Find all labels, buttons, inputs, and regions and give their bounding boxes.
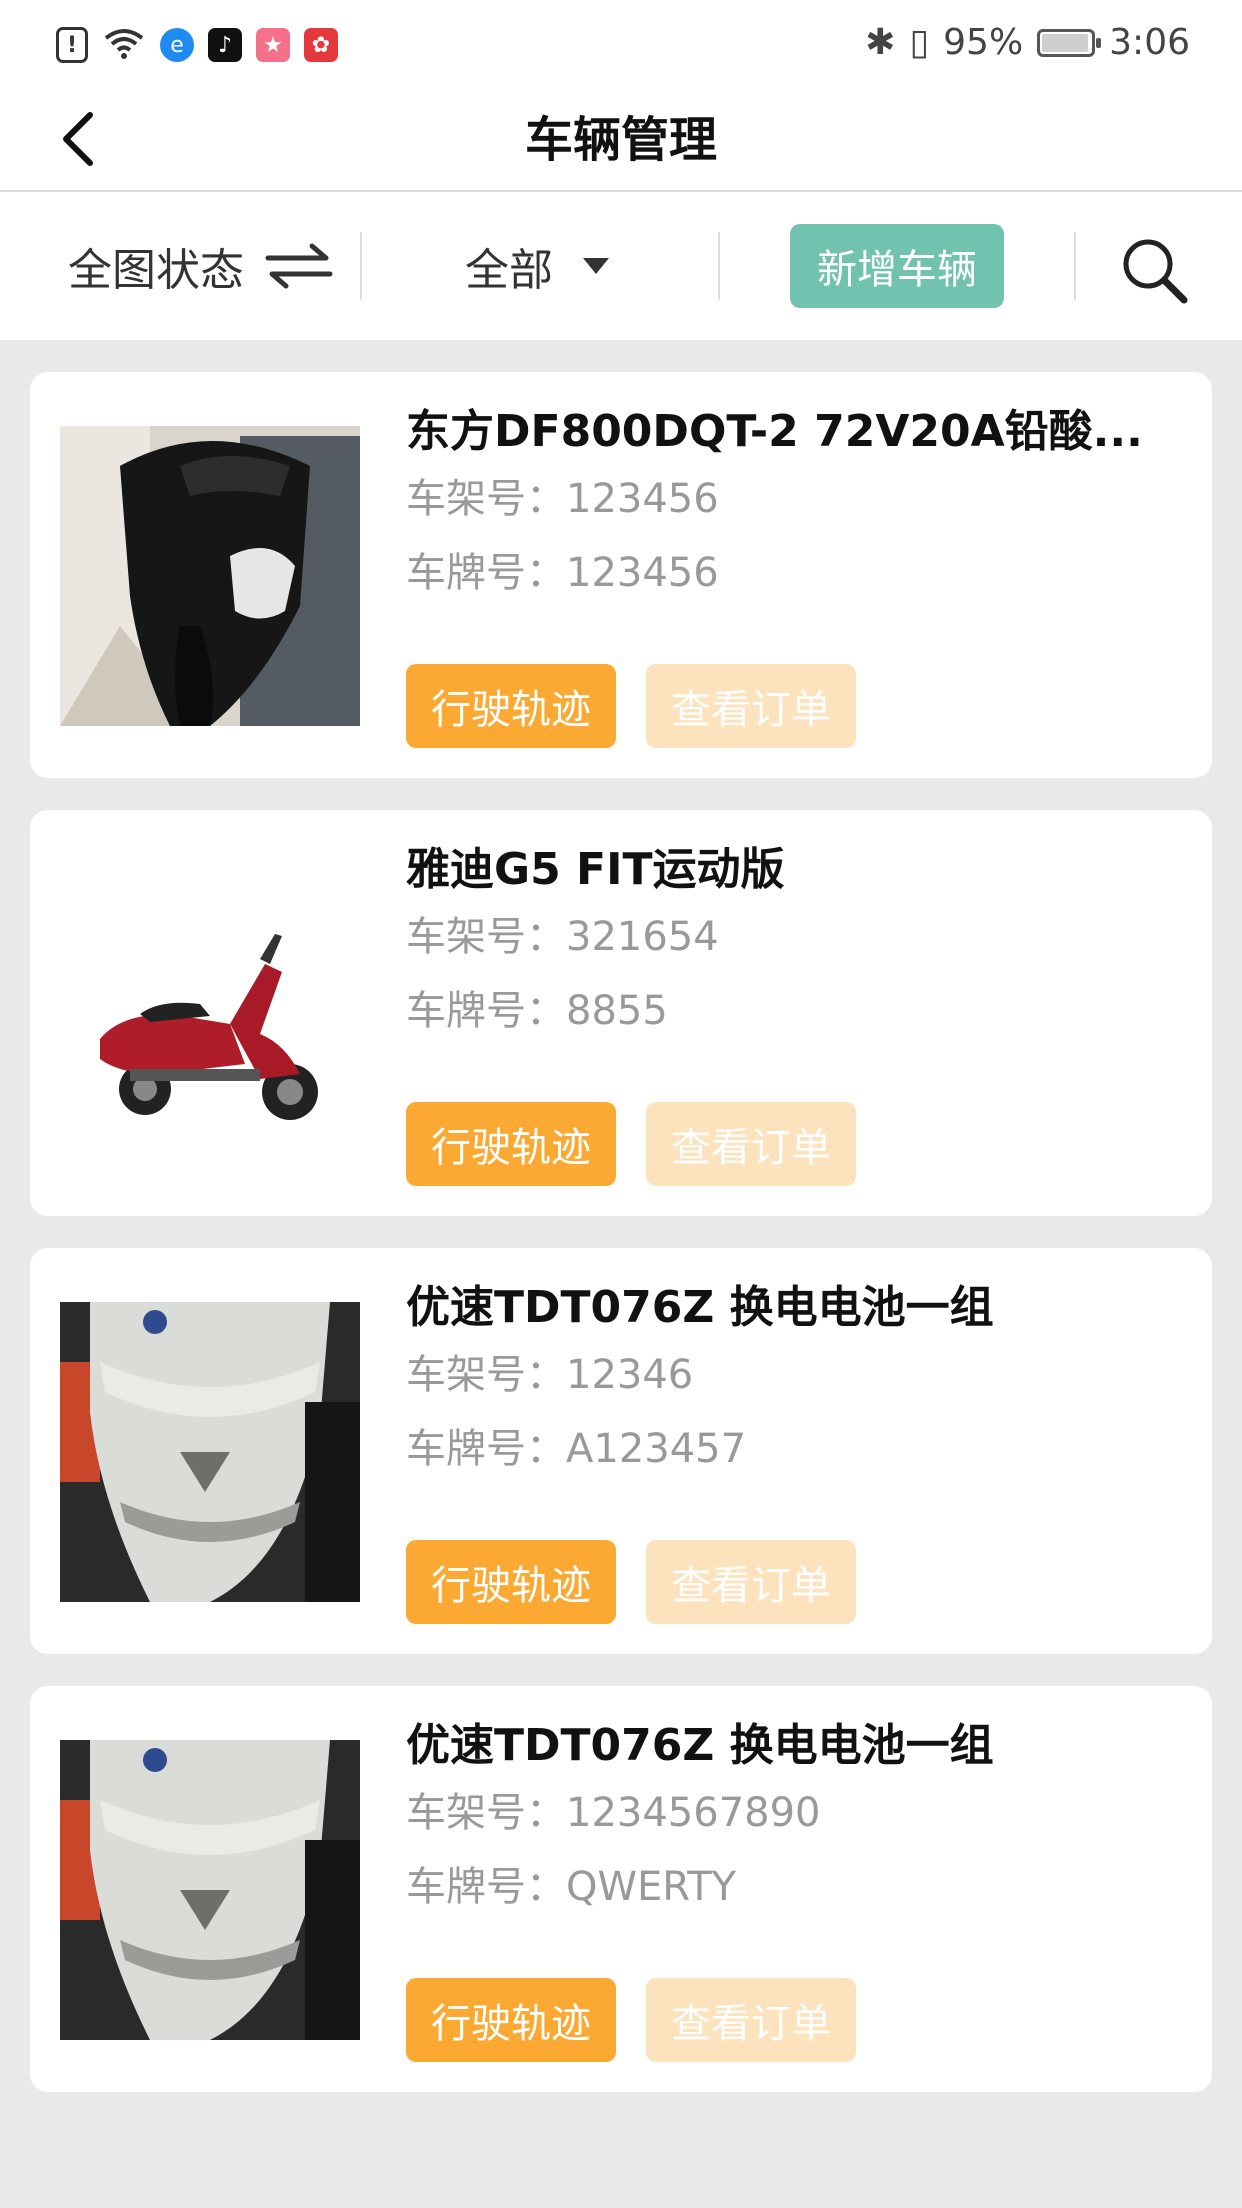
vehicle-photo	[60, 1740, 360, 2040]
filter-dropdown[interactable]: 全部	[465, 192, 611, 340]
divider	[1074, 232, 1076, 300]
plate-number: 车牌号：123456	[406, 550, 719, 596]
map-status-toggle[interactable]: 全图状态	[68, 192, 334, 340]
page-title: 车辆管理	[524, 112, 717, 168]
bluetooth-icon: ✱	[865, 22, 896, 63]
vehicle-photo	[60, 426, 360, 726]
game-app-icon: ★	[256, 28, 290, 62]
plate-number: 车牌号：QWERTY	[406, 1864, 737, 1910]
vehicle-name: 优速TDT076Z 换电电池一组	[406, 1282, 994, 1333]
wifi-icon	[102, 26, 146, 64]
frame-number: 车架号：12346	[406, 1352, 694, 1398]
nav-bar: 车辆管理	[0, 90, 1242, 192]
frame-number: 车架号：1234567890	[406, 1790, 821, 1836]
alert-icon: !	[56, 27, 88, 63]
vehicle-photo	[60, 1302, 360, 1602]
view-order-button[interactable]: 查看订单	[646, 1540, 856, 1624]
card-actions: 行驶轨迹 查看订单	[406, 1102, 856, 1186]
vehicle-card[interactable]: 优速TDT076Z 换电电池一组 车架号：1234567890 车牌号：QWER…	[30, 1686, 1212, 2092]
vehicle-info: 东方DF800DQT-2 72V20A铅酸... 车架号：123456 车牌号：…	[406, 402, 1176, 610]
card-actions: 行驶轨迹 查看订单	[406, 664, 856, 748]
search-button[interactable]	[1120, 236, 1190, 306]
frame-number: 车架号：123456	[406, 476, 719, 522]
vehicle-name: 雅迪G5 FIT运动版	[406, 844, 785, 895]
plate-number: 车牌号：A123457	[406, 1426, 747, 1472]
vehicle-card[interactable]: 东方DF800DQT-2 72V20A铅酸... 车架号：123456 车牌号：…	[30, 372, 1212, 778]
filter-label: 全部	[465, 245, 553, 296]
driving-track-button[interactable]: 行驶轨迹	[406, 664, 616, 748]
filter-toolbar: 全图状态 全部 新增车辆	[0, 192, 1242, 340]
vehicle-card[interactable]: 优速TDT076Z 换电电池一组 车架号：12346 车牌号：A123457 行…	[30, 1248, 1212, 1654]
driving-track-button[interactable]: 行驶轨迹	[406, 1102, 616, 1186]
plate-number: 车牌号：8855	[406, 988, 668, 1034]
battery-percent: 95%	[943, 22, 1024, 63]
divider	[360, 232, 362, 300]
search-icon	[1123, 239, 1188, 304]
driving-track-button[interactable]: 行驶轨迹	[406, 1978, 616, 2062]
divider	[718, 232, 720, 300]
browser-app-icon: e	[160, 28, 194, 62]
vehicle-photo	[60, 864, 360, 1164]
tiktok-app-icon: ♪	[208, 28, 242, 62]
music-app-icon: ✿	[304, 28, 338, 62]
add-vehicle-button[interactable]: 新增车辆	[790, 224, 1004, 308]
map-status-label: 全图状态	[68, 245, 244, 296]
system-status: ✱ ▯ 95% 3:06	[865, 22, 1190, 63]
clock: 3:06	[1109, 22, 1190, 63]
view-order-button[interactable]: 查看订单	[646, 664, 856, 748]
vehicle-info: 优速TDT076Z 换电电池一组 车架号：12346 车牌号：A123457	[406, 1278, 1176, 1486]
vibrate-icon: ▯	[909, 22, 930, 63]
vehicle-name: 东方DF800DQT-2 72V20A铅酸...	[406, 406, 1143, 457]
caret-down-icon	[583, 258, 609, 274]
vehicle-info: 雅迪G5 FIT运动版 车架号：321654 车牌号：8855	[406, 840, 1176, 1048]
vehicle-card[interactable]: 雅迪G5 FIT运动版 车架号：321654 车牌号：8855 行驶轨迹 查看订…	[30, 810, 1212, 1216]
card-actions: 行驶轨迹 查看订单	[406, 1540, 856, 1624]
frame-number: 车架号：321654	[406, 914, 719, 960]
vehicle-name: 优速TDT076Z 换电电池一组	[406, 1720, 994, 1771]
chevron-left-icon	[63, 112, 93, 166]
status-bar: ! e ♪ ★ ✿ ✱ ▯ 95% 3:06	[0, 0, 1242, 90]
notification-icons: ! e ♪ ★ ✿	[56, 26, 338, 64]
vehicle-info: 优速TDT076Z 换电电池一组 车架号：1234567890 车牌号：QWER…	[406, 1716, 1176, 1924]
swap-icon	[265, 243, 333, 289]
card-actions: 行驶轨迹 查看订单	[406, 1978, 856, 2062]
battery-icon	[1037, 28, 1102, 57]
view-order-button[interactable]: 查看订单	[646, 1102, 856, 1186]
view-order-button[interactable]: 查看订单	[646, 1978, 856, 2062]
back-button[interactable]	[58, 104, 118, 174]
driving-track-button[interactable]: 行驶轨迹	[406, 1540, 616, 1624]
